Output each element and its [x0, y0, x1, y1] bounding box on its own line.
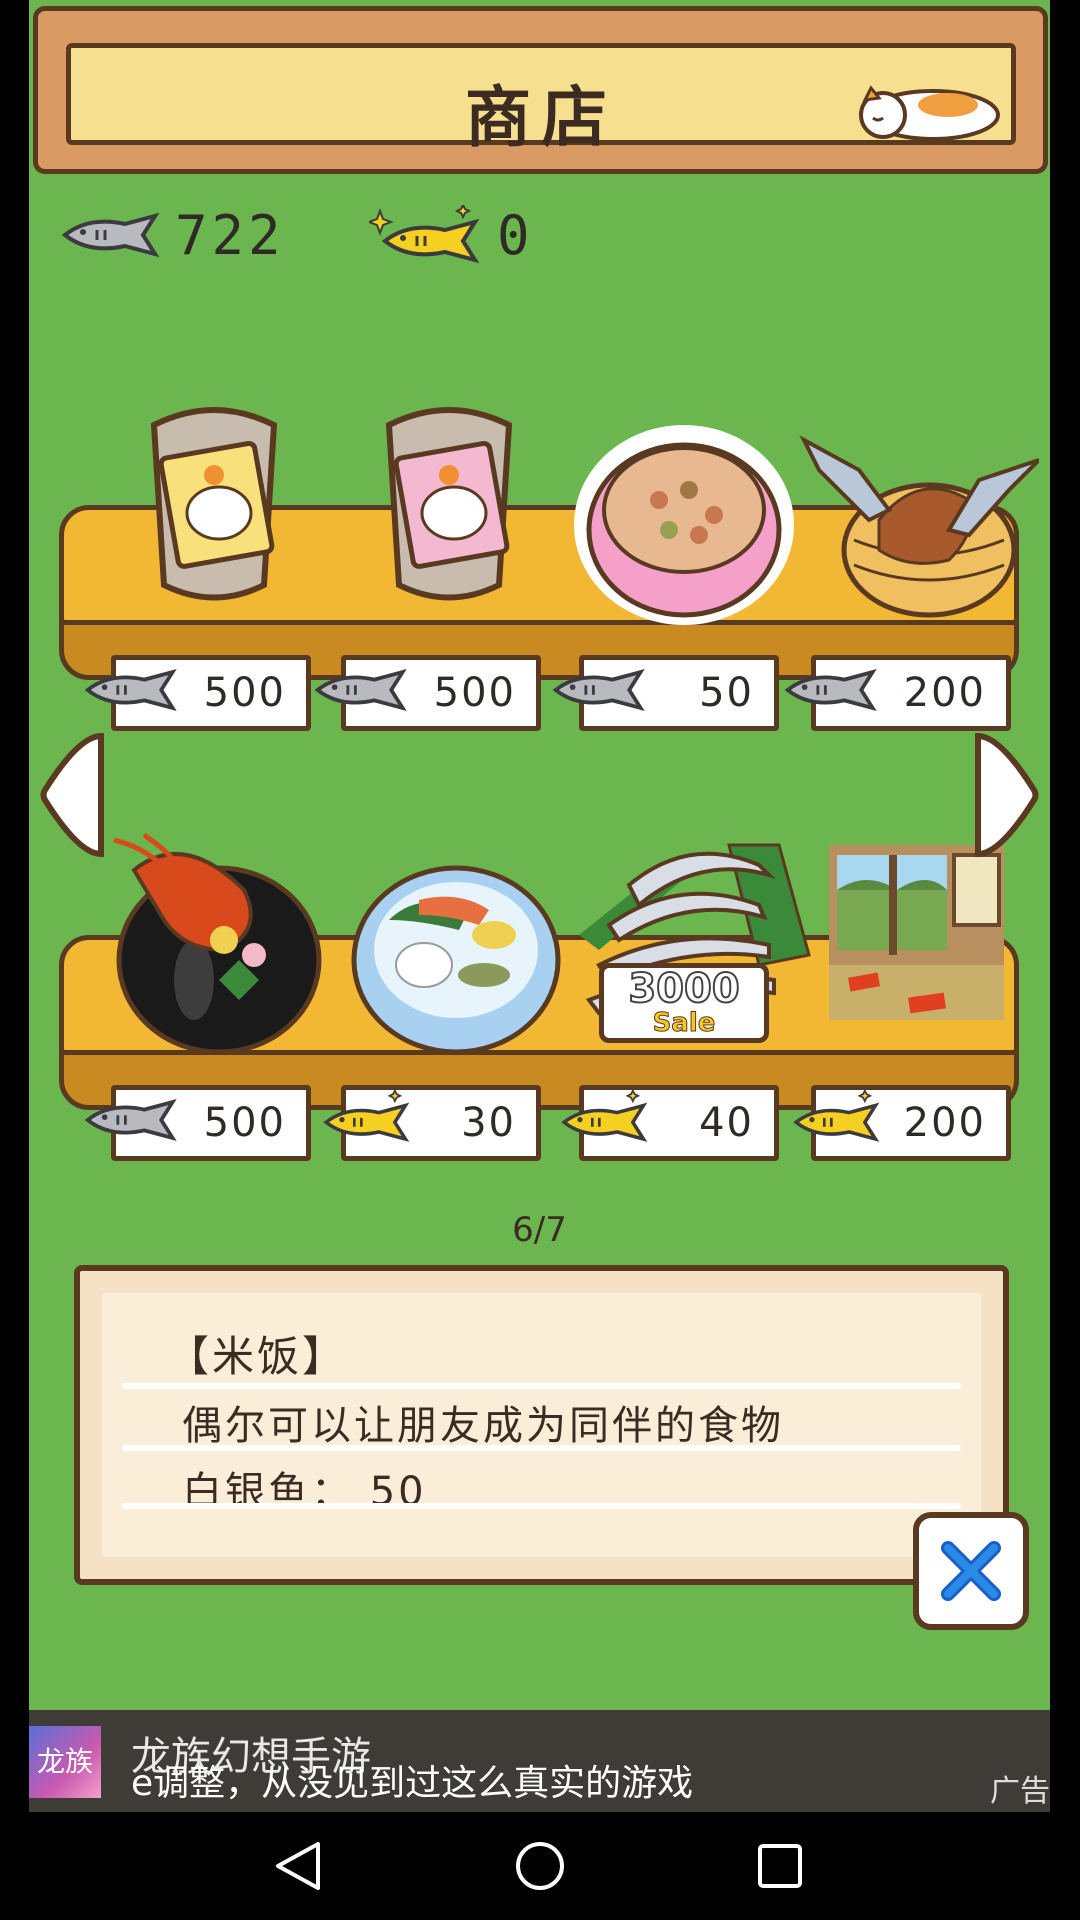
silver-fish-icon	[82, 668, 182, 712]
silver-fish-icon	[550, 668, 650, 712]
ad-app-icon: 龙族	[29, 1726, 101, 1798]
shop-item-rice-bowl[interactable]	[569, 420, 799, 634]
sale-badge-text: Sale	[652, 1008, 716, 1038]
ad-subtitle: e调整，从没见到过这么真实的游戏	[131, 1763, 694, 1804]
price-tag: 500	[84, 655, 311, 731]
sale-badge: 3000 Sale	[599, 963, 769, 1043]
prev-page-button[interactable]	[39, 730, 109, 860]
price-value: 50	[699, 670, 754, 716]
silver-fish-icon	[782, 668, 882, 712]
sleeping-cat-icon	[859, 85, 1000, 140]
gold-fish-counter: 0	[369, 203, 534, 267]
close-icon	[941, 1541, 1001, 1601]
shop-item-sardines-sale[interactable]: 3000 Sale	[559, 815, 839, 1054]
back-icon[interactable]	[270, 1836, 330, 1896]
bento-bowl-icon	[351, 865, 561, 1055]
ruled-line	[122, 1503, 961, 1509]
gold-fish-icon	[369, 205, 487, 265]
left-arrow-icon	[40, 732, 104, 858]
ruled-line	[122, 1445, 961, 1451]
shop-item-cat-food-yellow[interactable]	[124, 395, 304, 609]
ruled-line	[122, 1383, 961, 1389]
price-value: 200	[903, 1100, 986, 1146]
game-screen: 商店 722 0 500 500 50 200 3000 Sale 500 30…	[29, 0, 1050, 1710]
cat-food-bag-pink-icon	[385, 407, 513, 601]
item-name: 【米饭】	[167, 1332, 348, 1381]
cat-food-bag-yellow-icon	[150, 407, 278, 601]
description-paper: 【米饭】 偶尔可以让朋友成为同伴的食物 白银鱼： 50	[102, 1293, 981, 1557]
gold-fish-icon	[550, 1090, 654, 1144]
silver-fish-icon	[59, 212, 165, 258]
price-value: 500	[433, 670, 516, 716]
silver-fish-count: 722	[175, 203, 285, 267]
price-value: 30	[461, 1100, 516, 1146]
price-tag: 500	[314, 655, 541, 731]
price-tag: 200	[793, 1085, 1011, 1161]
title-banner-inner: 商店	[66, 43, 1016, 156]
gold-fish-icon	[312, 1090, 416, 1144]
shop-item-japanese-room[interactable]	[829, 845, 1004, 1024]
rice-bowl-icon	[574, 425, 794, 625]
shop-item-fish-basket[interactable]	[799, 420, 1041, 624]
price-value: 200	[903, 670, 986, 716]
shop-item-lobster-pot[interactable]	[104, 830, 344, 1059]
price-tag: 50	[552, 655, 779, 731]
system-nav-bar	[0, 1812, 1080, 1920]
shop-item-cat-food-pink[interactable]	[359, 395, 539, 609]
ad-banner[interactable]: 龙族 龙族幻想手游 e调整，从没见到过这么真实的游戏 广告	[29, 1710, 1050, 1812]
fish-basket-icon	[799, 435, 1041, 618]
recents-icon[interactable]	[750, 1836, 810, 1896]
gold-fish-count: 0	[497, 203, 534, 267]
silver-fish-icon	[82, 1098, 182, 1142]
next-page-button[interactable]	[970, 730, 1040, 860]
silver-fish-counter: 722	[59, 203, 285, 267]
price-value: 40	[699, 1100, 754, 1146]
description-panel: 【米饭】 偶尔可以让朋友成为同伴的食物 白银鱼： 50	[74, 1265, 1009, 1585]
sale-badge-number: 3000	[627, 966, 740, 1012]
gold-fish-icon	[782, 1090, 886, 1144]
price-tag: 200	[784, 655, 1011, 731]
price-tag: 40	[561, 1085, 779, 1161]
japanese-room-icon	[829, 845, 1004, 1020]
silver-fish-icon	[312, 668, 412, 712]
page-indicator: 6/7	[512, 1210, 567, 1250]
price-value: 500	[203, 1100, 286, 1146]
home-icon[interactable]	[510, 1836, 570, 1896]
price-value: 500	[203, 670, 286, 716]
title-banner: 商店	[33, 6, 1048, 174]
ad-label: 广告	[990, 1774, 1050, 1809]
shop-item-bento-bowl[interactable]	[349, 860, 564, 1059]
close-button[interactable]	[913, 1512, 1029, 1630]
right-arrow-icon	[975, 732, 1039, 858]
lobster-pot-icon	[113, 832, 322, 1055]
price-tag: 30	[323, 1085, 541, 1161]
price-tag: 500	[84, 1085, 311, 1161]
item-description: 偶尔可以让朋友成为同伴的食物	[182, 1403, 784, 1449]
